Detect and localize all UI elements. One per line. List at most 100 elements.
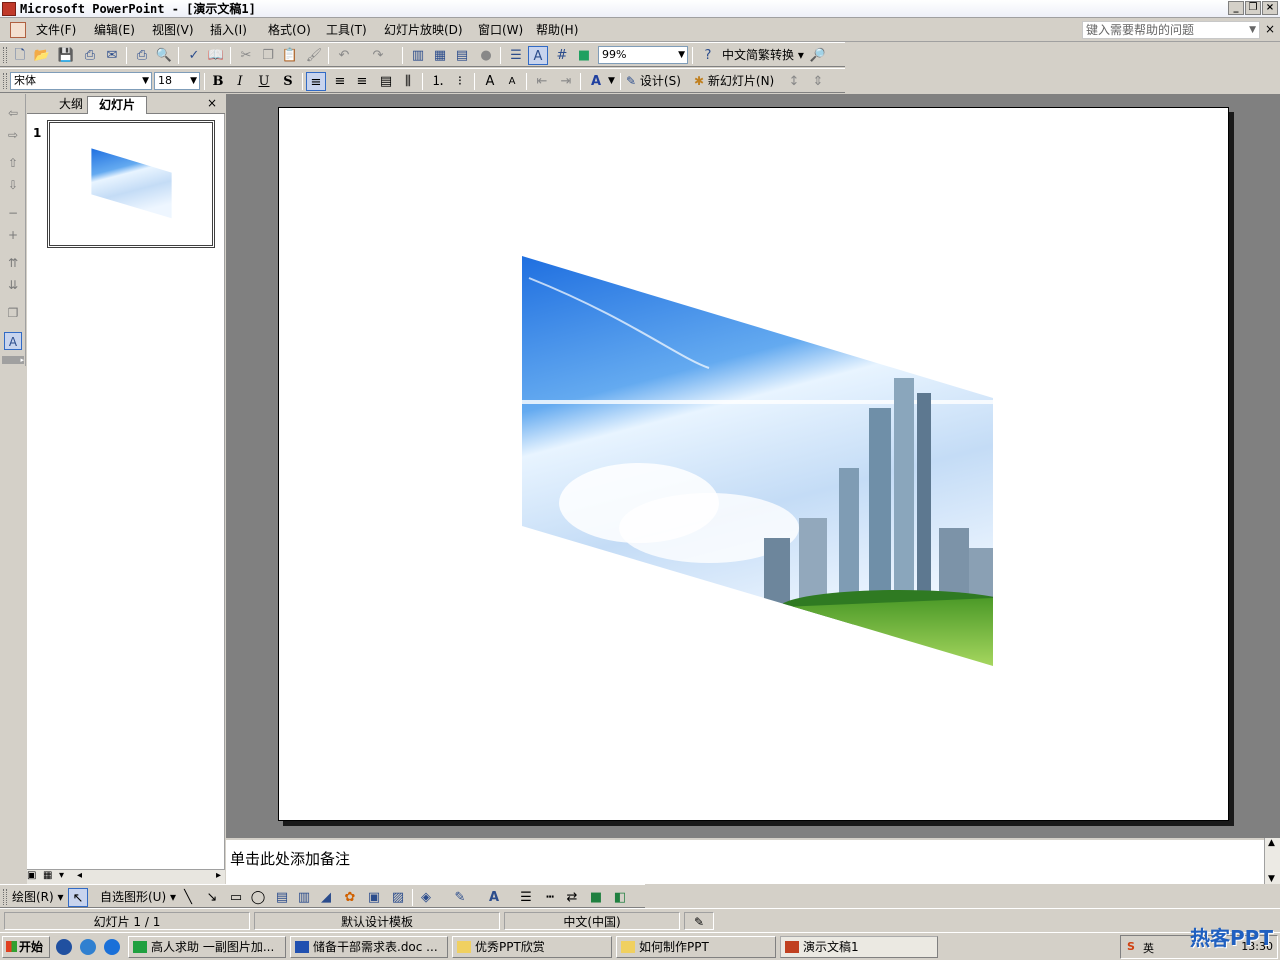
move-down-icon[interactable]: ⇩	[4, 176, 22, 194]
justify-icon[interactable]: ▤	[376, 72, 396, 91]
toolbar-grip[interactable]	[3, 889, 7, 905]
redo-icon[interactable]: ↷	[368, 46, 388, 65]
color-grayscale-icon[interactable]: ■	[574, 46, 594, 65]
undo-icon[interactable]: ↶	[334, 46, 354, 65]
font-color-icon[interactable]: A	[484, 888, 504, 907]
font-select[interactable]: 宋体 ▼	[10, 72, 152, 90]
arrow-icon[interactable]: ↘	[202, 888, 222, 907]
zoom-select[interactable]: 99% ▼	[598, 46, 688, 64]
font-size-select[interactable]: 18 ▼	[154, 72, 200, 90]
menu-tools[interactable]: 工具(T)	[326, 21, 367, 39]
help-search-input[interactable]: 键入需要帮助的问题 ▼	[1082, 21, 1260, 39]
show-formatting-icon[interactable]: A	[528, 46, 548, 65]
textbox-icon[interactable]: ▤	[272, 888, 292, 907]
insert-table-icon[interactable]: ▦	[430, 46, 450, 65]
status-template[interactable]: 默认设计模板	[254, 912, 500, 930]
select-pointer-icon[interactable]: ↖	[68, 888, 88, 907]
normal-view-icon[interactable]: ▣	[27, 870, 36, 881]
line-spacing-icon[interactable]: ↕	[784, 72, 804, 91]
design-button[interactable]: ✎ 设计(S)	[626, 72, 681, 91]
rectangle-icon[interactable]: ▭	[226, 888, 246, 907]
menu-format[interactable]: 格式(O)	[268, 21, 311, 39]
collapse-all-icon[interactable]: ⇈	[4, 254, 22, 272]
notes-pane[interactable]: 单击此处添加备注	[226, 838, 1264, 884]
scroll-right-icon[interactable]: ▸	[216, 870, 221, 881]
tab-slides[interactable]: 幻灯片	[87, 96, 147, 114]
menu-view[interactable]: 视图(V)	[152, 21, 194, 39]
increase-font-icon[interactable]: A	[480, 72, 500, 91]
insert-chart-icon[interactable]: ▥	[408, 46, 428, 65]
copy-icon[interactable]: ❐	[258, 46, 278, 65]
slide-thumbnail[interactable]	[47, 120, 215, 248]
move-up-icon[interactable]: ⇧	[4, 154, 22, 172]
fill-color-icon[interactable]: ◈	[416, 888, 436, 907]
autoshapes-button[interactable]: 自选图形(U) ▾	[100, 888, 176, 907]
print-icon[interactable]: ⎙	[132, 46, 152, 65]
research-icon[interactable]: 📖	[206, 46, 226, 65]
summary-slide-icon[interactable]: ❐	[4, 304, 22, 322]
slide-sorter-icon[interactable]: ▦	[43, 870, 52, 881]
task-button-1[interactable]: 高人求助 一副图片加...	[128, 936, 286, 958]
italic-button[interactable]: I	[230, 72, 250, 91]
media-player-icon[interactable]	[56, 939, 72, 955]
scroll-down-icon[interactable]: ▼	[1268, 874, 1275, 884]
shadow-button[interactable]: S	[278, 72, 298, 91]
task-button-4[interactable]: 如何制作PPT	[616, 936, 776, 958]
promote-icon[interactable]: ⇦	[4, 104, 22, 122]
notes-vertical-scrollbar[interactable]: ▲ ▼	[1264, 838, 1280, 884]
expand-icon[interactable]: +	[4, 226, 22, 244]
align-left-icon[interactable]: ≡	[306, 72, 326, 91]
expand-all-icon[interactable]: ☰	[506, 46, 526, 65]
bold-button[interactable]: B	[208, 72, 228, 91]
wordart-icon[interactable]: ◢	[316, 888, 336, 907]
desktop-icon[interactable]	[80, 939, 96, 955]
notes-placeholder[interactable]: 单击此处添加备注	[230, 848, 350, 869]
magnifier-icon[interactable]: 🔎	[808, 46, 828, 65]
tables-borders-icon[interactable]: ▤	[452, 46, 472, 65]
toolbar-options-icon[interactable]: ▸	[2, 356, 24, 364]
pane-horizontal-scrollbar[interactable]: ▣ ▦ ▾ ◂ ▸	[27, 869, 225, 884]
restore-button[interactable]: ❐	[1245, 1, 1261, 15]
font-color-dropdown[interactable]: ▼	[608, 72, 615, 91]
scroll-up-icon[interactable]: ▲	[1268, 838, 1275, 848]
menu-window[interactable]: 窗口(W)	[478, 21, 523, 39]
toolbar-grip[interactable]	[3, 47, 7, 63]
expand-all-icon[interactable]: ⇊	[4, 276, 22, 294]
menu-insert[interactable]: 插入(I)	[210, 21, 247, 39]
paste-icon[interactable]: 📋	[280, 46, 300, 65]
vertical-textbox-icon[interactable]: ▥	[294, 888, 314, 907]
vertical-text-icon[interactable]: ⫼	[398, 72, 418, 91]
permission-icon[interactable]: ⎙	[80, 46, 100, 65]
line-color-icon[interactable]: ✎	[450, 888, 470, 907]
3d-style-icon[interactable]: ◧	[610, 888, 630, 907]
new-slide-button[interactable]: ✱ 新幻灯片(N)	[694, 72, 774, 91]
scroll-left-icon[interactable]: ◂	[77, 870, 82, 881]
task-button-2[interactable]: 储备干部需求表.doc ...	[290, 936, 448, 958]
sogou-ime-icon[interactable]: S	[1127, 940, 1135, 953]
slideshow-view-icon[interactable]: ▾	[59, 870, 64, 881]
minimize-button[interactable]: _	[1228, 1, 1244, 15]
document-icon[interactable]	[10, 22, 26, 38]
help-icon[interactable]: ?	[698, 46, 718, 65]
ime-mode-label[interactable]: 英	[1143, 940, 1154, 956]
close-window-button[interactable]: ×	[1262, 1, 1278, 15]
print-preview-icon[interactable]: 🔍	[154, 46, 174, 65]
spelling-icon[interactable]: ✓	[184, 46, 204, 65]
hyperlink-icon[interactable]: ●	[476, 46, 496, 65]
start-button[interactable]: 开始	[2, 936, 50, 958]
shadow-style-icon[interactable]: ■	[586, 888, 606, 907]
menu-edit[interactable]: 编辑(E)	[94, 21, 135, 39]
show-formatting-icon[interactable]: A	[4, 332, 22, 350]
increase-indent-icon[interactable]: ⇥	[556, 72, 576, 91]
spelling-status-icon[interactable]: ✎	[684, 912, 714, 930]
slanted-city-picture[interactable]	[279, 108, 1230, 822]
underline-button[interactable]: U	[254, 72, 274, 91]
decrease-indent-icon[interactable]: ⇤	[532, 72, 552, 91]
close-document-button[interactable]: ×	[1265, 22, 1275, 36]
paragraph-spacing-icon[interactable]: ⇕	[808, 72, 828, 91]
collapse-icon[interactable]: −	[4, 204, 22, 222]
open-folder-icon[interactable]: 📂	[32, 46, 52, 65]
save-icon[interactable]: 💾	[56, 46, 76, 65]
line-icon[interactable]: ╲	[178, 888, 198, 907]
draw-menu-button[interactable]: 绘图(R) ▾	[12, 888, 64, 907]
